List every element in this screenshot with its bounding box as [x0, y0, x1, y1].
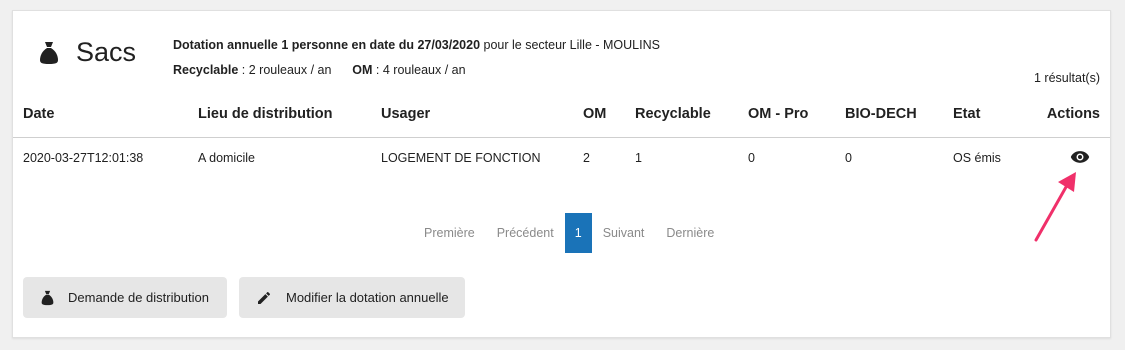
pagination: Première Précédent 1 Suivant Dernière — [413, 213, 725, 253]
allocation-sector: pour le secteur Lille - MOULINS — [480, 38, 660, 52]
col-etat: Etat — [953, 106, 981, 122]
col-usager: Usager — [381, 106, 431, 122]
cell-bio-dech: 0 — [845, 151, 852, 165]
col-bio-dech: BIO-DECH — [845, 106, 917, 122]
allocation-line-1: Dotation annuelle 1 personne en date du … — [173, 33, 660, 58]
cell-om-pro: 0 — [748, 151, 755, 165]
cell-etat: OS émis — [953, 151, 1001, 165]
allocation-line-2: Recyclable : 2 rouleaux / an OM : 4 roul… — [173, 58, 660, 83]
col-om: OM — [583, 106, 607, 122]
table-row: 2020-03-27T12:01:38 A domicile LOGEMENT … — [13, 139, 1110, 179]
modify-allocation-label: Modifier la dotation annuelle — [286, 290, 449, 305]
om-value: : 4 rouleaux / an — [372, 63, 466, 77]
col-om-pro: OM - Pro — [748, 106, 809, 122]
page-first[interactable]: Première — [413, 226, 486, 240]
request-distribution-button[interactable]: Demande de distribution — [23, 277, 227, 318]
cell-recyclable: 1 — [635, 151, 642, 165]
col-actions: Actions — [1046, 106, 1100, 122]
cell-om: 2 — [583, 151, 590, 165]
col-lieu: Lieu de distribution — [198, 106, 333, 122]
cell-usager: LOGEMENT DE FONCTION — [381, 151, 541, 165]
recyclable-label: Recyclable — [173, 63, 239, 77]
money-bag-icon — [41, 290, 54, 305]
col-recyclable: Recyclable — [635, 106, 711, 122]
allocation-info: Dotation annuelle 1 personne en date du … — [173, 33, 660, 83]
money-bag-icon — [40, 41, 58, 64]
allocation-title: Dotation annuelle 1 personne en date du … — [173, 38, 481, 52]
table-header: Date Lieu de distribution Usager OM Recy… — [13, 106, 1110, 138]
page-prev[interactable]: Précédent — [486, 226, 565, 240]
page-last[interactable]: Dernière — [655, 226, 725, 240]
sacs-card: Sacs Dotation annuelle 1 personne en dat… — [12, 10, 1111, 338]
results-count: 1 résultat(s) — [1034, 71, 1100, 85]
cell-date: 2020-03-27T12:01:38 — [23, 151, 144, 165]
title-wrap: Sacs — [39, 37, 136, 68]
request-distribution-label: Demande de distribution — [68, 290, 209, 305]
om-label: OM — [352, 63, 373, 77]
cell-lieu: A domicile — [198, 151, 255, 165]
col-date: Date — [23, 106, 55, 122]
recyclable-value: : 2 rouleaux / an — [238, 63, 332, 77]
page-title: Sacs — [76, 37, 137, 67]
pencil-icon — [258, 291, 271, 304]
eye-icon[interactable] — [1070, 149, 1090, 165]
modify-allocation-button[interactable]: Modifier la dotation annuelle — [239, 277, 465, 318]
page-next[interactable]: Suivant — [592, 226, 656, 240]
page-current[interactable]: 1 — [564, 213, 592, 253]
